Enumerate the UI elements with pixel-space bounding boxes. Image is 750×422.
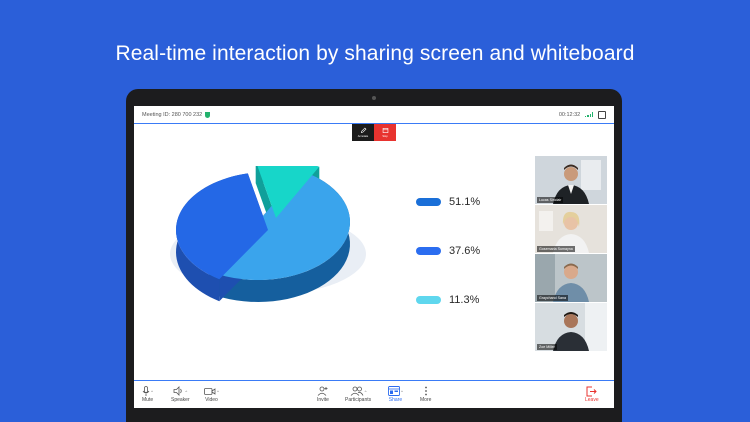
participant-name: Graychand Sana (537, 295, 568, 301)
participants-button[interactable]: ^ Participants (345, 385, 371, 403)
meeting-toolbar: ^ Mute ^ Speaker ^ Video Invite ^ Partic… (134, 380, 614, 408)
chevron-up-icon[interactable]: ^ (151, 389, 153, 394)
meeting-id-group[interactable]: Meeting ID: 280 700 232 (142, 111, 211, 118)
participants-icon (350, 386, 363, 396)
participant-name: Zoe Miller (537, 344, 557, 350)
mute-button[interactable]: ^ Mute (142, 385, 153, 403)
fullscreen-icon[interactable] (598, 110, 606, 119)
share-button[interactable]: ^ Share (388, 385, 403, 403)
video-label: Video (205, 397, 218, 403)
add-user-icon (317, 386, 328, 396)
invite-label: Invite (317, 397, 329, 403)
microphone-icon (142, 385, 150, 396)
annotate-label: Annotate (357, 135, 369, 138)
headline: Real-time interaction by sharing screen … (115, 42, 635, 65)
meeting-timer: 00:12:32 (558, 111, 581, 118)
participant-name: Lucas Sinclair (537, 197, 564, 203)
stop-icon (382, 128, 388, 133)
stop-label: Stop (382, 135, 388, 138)
leave-label: Leave (585, 397, 599, 403)
mute-label: Mute (142, 397, 154, 403)
pie-chart (170, 166, 366, 302)
legend-item: 11.3% (416, 294, 479, 306)
legend-item: 51.1% (416, 196, 480, 208)
video-button[interactable]: ^ Video (204, 385, 219, 403)
chevron-up-icon[interactable]: ^ (365, 389, 367, 394)
chevron-up-icon[interactable]: ^ (217, 389, 219, 394)
video-tile[interactable]: Graychand Sana (535, 254, 607, 302)
video-tile[interactable]: Gosemaria Sumayna (535, 205, 607, 253)
signal-icon (585, 112, 593, 117)
speaker-button[interactable]: ^ Speaker (171, 385, 190, 403)
invite-button[interactable]: Invite (317, 385, 329, 403)
legend-swatch (416, 296, 441, 304)
meeting-id-label: Meeting ID: 280 700 232 (142, 111, 203, 118)
annotate-button[interactable]: Annotate (352, 124, 374, 141)
annotation-bar: Annotate Stop (352, 124, 396, 141)
meeting-screen: Meeting ID: 280 700 232 00:12:32 Annotat… (134, 106, 614, 408)
legend-value: 11.3% (449, 294, 480, 306)
speaker-label: Speaker (171, 397, 190, 403)
participants-label: Participants (345, 397, 372, 403)
speaker-icon (173, 386, 183, 396)
video-tile[interactable]: Zoe Miller (535, 303, 607, 351)
share-label: Share (388, 397, 403, 403)
share-screen-icon (388, 386, 400, 396)
laptop-frame: Meeting ID: 280 700 232 00:12:32 Annotat… (126, 89, 622, 422)
shield-icon (205, 111, 211, 118)
pencil-icon (360, 127, 366, 134)
legend-item: 37.6% (416, 245, 480, 257)
legend-swatch (416, 247, 441, 255)
more-label: More (420, 397, 432, 403)
camera-dot (372, 96, 376, 100)
legend-swatch (416, 198, 441, 206)
meeting-top-bar: Meeting ID: 280 700 232 00:12:32 (134, 106, 614, 124)
chevron-up-icon[interactable]: ^ (401, 389, 403, 394)
participant-panel: Lucas Sinclair Gosemaria Sumayna Graycha… (535, 156, 607, 351)
stop-share-button[interactable]: Stop (374, 124, 396, 141)
chevron-up-icon[interactable]: ^ (185, 389, 187, 394)
legend-value: 37.6% (449, 245, 481, 257)
participant-name: Gosemaria Sumayna (537, 246, 575, 252)
more-button[interactable]: More (420, 385, 431, 403)
more-icon (424, 386, 427, 396)
leave-button[interactable]: Leave (585, 385, 599, 403)
leave-icon (586, 386, 598, 396)
legend-value: 51.1% (449, 196, 481, 208)
video-camera-icon (204, 387, 216, 395)
video-tile[interactable]: Lucas Sinclair (535, 156, 607, 204)
